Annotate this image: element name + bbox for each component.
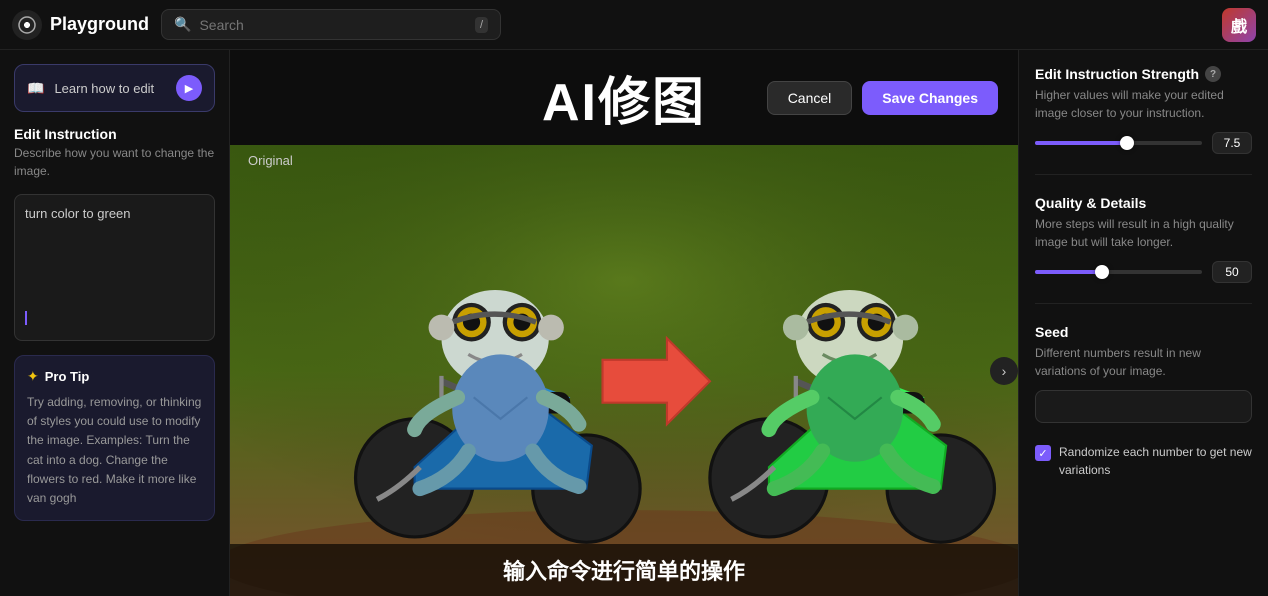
center-content: AI修图 Cancel Save Changes Original › xyxy=(230,50,1018,596)
left-sidebar: 📖 Learn how to edit ▶ Edit Instruction D… xyxy=(0,50,230,596)
quality-title: Quality & Details xyxy=(1035,195,1252,211)
quality-slider-fill xyxy=(1035,270,1102,274)
strength-slider-fill xyxy=(1035,141,1127,145)
edit-instruction-section: Edit Instruction Describe how you want t… xyxy=(14,126,215,180)
quality-section: Quality & Details More steps will result… xyxy=(1035,195,1252,283)
strength-title: Edit Instruction Strength ? xyxy=(1035,66,1252,82)
strength-desc: Higher values will make your edited imag… xyxy=(1035,86,1252,122)
search-input[interactable] xyxy=(199,17,467,33)
brand-logo xyxy=(12,10,42,40)
quality-slider-row: 50 xyxy=(1035,261,1252,283)
original-label: Original xyxy=(248,153,293,168)
quality-slider-track[interactable] xyxy=(1035,270,1202,274)
kbd-slash: / xyxy=(475,17,488,33)
seed-section: Seed Different numbers result in new var… xyxy=(1035,324,1252,423)
image-area: Original › xyxy=(230,145,1018,596)
bottom-overlay: 输入命令进行简单的操作 xyxy=(230,544,1018,596)
quality-slider-value: 50 xyxy=(1212,261,1252,283)
strength-info-icon[interactable]: ? xyxy=(1205,66,1221,82)
brand-name: Playground xyxy=(50,14,149,35)
play-icon[interactable]: ▶ xyxy=(176,75,202,101)
strength-slider-track[interactable] xyxy=(1035,141,1202,145)
pro-tip-text: Try adding, removing, or thinking of sty… xyxy=(27,393,202,508)
quality-desc: More steps will result in a high quality… xyxy=(1035,215,1252,251)
search-icon: 🔍 xyxy=(174,16,191,33)
pro-tip-header: ✦ Pro Tip xyxy=(27,368,202,385)
cancel-button[interactable]: Cancel xyxy=(767,81,853,115)
page-title: AI修图 xyxy=(542,60,706,135)
strength-section: Edit Instruction Strength ? Higher value… xyxy=(1035,66,1252,154)
divider-1 xyxy=(1035,174,1252,175)
save-changes-button[interactable]: Save Changes xyxy=(862,81,998,115)
text-cursor xyxy=(25,311,27,325)
right-sidebar: Edit Instruction Strength ? Higher value… xyxy=(1018,50,1268,596)
strength-slider-row: 7.5 xyxy=(1035,132,1252,154)
edit-instruction-title: Edit Instruction xyxy=(14,126,215,142)
learn-how-to-edit-button[interactable]: 📖 Learn how to edit ▶ xyxy=(14,64,215,112)
book-icon: 📖 xyxy=(27,80,44,97)
strength-slider-thumb[interactable] xyxy=(1120,136,1134,150)
seed-title: Seed xyxy=(1035,324,1252,340)
search-bar[interactable]: 🔍 / xyxy=(161,9,501,40)
randomize-row: ✓ Randomize each number to get new varia… xyxy=(1035,443,1252,479)
center-header: AI修图 Cancel Save Changes xyxy=(230,50,1018,145)
seed-input[interactable] xyxy=(1035,390,1252,423)
check-icon: ✓ xyxy=(1038,447,1047,460)
randomize-checkbox[interactable]: ✓ xyxy=(1035,445,1051,461)
strength-slider-value: 7.5 xyxy=(1212,132,1252,154)
pro-tip-box: ✦ Pro Tip Try adding, removing, or think… xyxy=(14,355,215,521)
divider-2 xyxy=(1035,303,1252,304)
randomize-label: Randomize each number to get new variati… xyxy=(1059,443,1252,479)
scroll-right-button[interactable]: › xyxy=(990,357,1018,385)
main-layout: 📖 Learn how to edit ▶ Edit Instruction D… xyxy=(0,50,1268,596)
quality-slider-thumb[interactable] xyxy=(1095,265,1109,279)
scene-svg xyxy=(230,145,1018,596)
instruction-text: turn color to green xyxy=(25,206,131,221)
image-canvas: 输入命令进行简单的操作 xyxy=(230,145,1018,596)
brand: Playground xyxy=(12,10,149,40)
topnav: Playground 🔍 / 戲 xyxy=(0,0,1268,50)
learn-btn-label: Learn how to edit xyxy=(54,81,166,96)
header-actions: Cancel Save Changes xyxy=(767,81,998,115)
seed-desc: Different numbers result in new variatio… xyxy=(1035,344,1252,380)
star-icon: ✦ xyxy=(27,368,39,385)
edit-instruction-desc: Describe how you want to change the imag… xyxy=(14,144,215,180)
bottom-overlay-text: 输入命令进行简单的操作 xyxy=(503,559,745,584)
user-avatar[interactable]: 戲 xyxy=(1222,8,1256,42)
instruction-area[interactable]: turn color to green xyxy=(14,194,215,341)
pro-tip-label: Pro Tip xyxy=(45,369,90,384)
